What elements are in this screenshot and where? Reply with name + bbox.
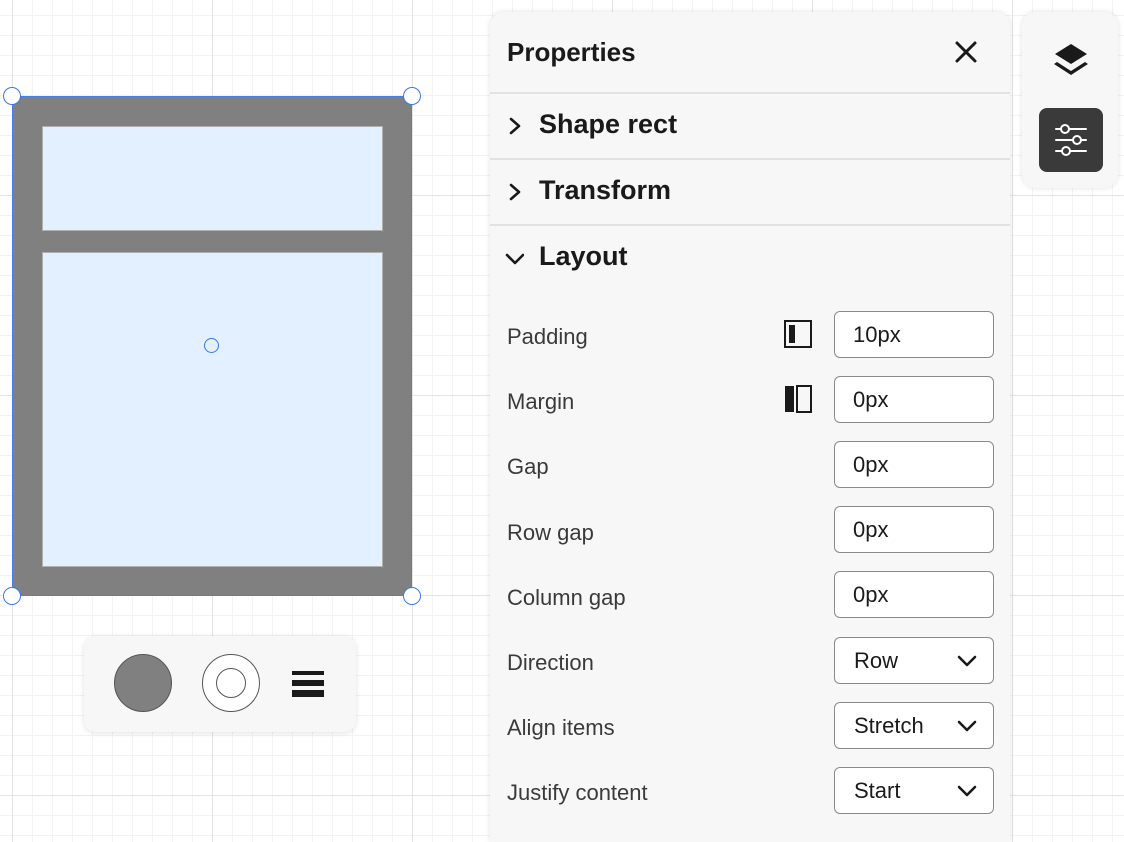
chevron-right-icon	[509, 117, 521, 135]
column-gap-input[interactable]	[834, 571, 994, 618]
fill-color-swatch[interactable]	[114, 654, 172, 712]
padding-mode-icon[interactable]	[783, 319, 813, 349]
properties-button[interactable]	[1039, 108, 1103, 172]
gap-label: Gap	[507, 454, 549, 479]
section-label: Shape rect	[539, 109, 678, 139]
properties-panel: Properties Shape rect Transform Layout P…	[490, 12, 1010, 842]
chevron-down-icon	[957, 720, 977, 732]
section-transform[interactable]: Transform	[490, 160, 1010, 224]
shape-style-toolbar	[84, 636, 356, 732]
align-items-value: Stretch	[854, 713, 924, 738]
resize-handle-top-right[interactable]	[403, 87, 421, 105]
child-rect-top[interactable]	[42, 126, 383, 231]
rotation-center-handle[interactable]	[204, 338, 219, 353]
padding-input[interactable]	[834, 311, 994, 358]
stroke-circle-icon[interactable]	[202, 654, 260, 712]
direction-select[interactable]: Row	[834, 637, 994, 684]
justify-content-label: Justify content	[507, 780, 648, 805]
resize-handle-bottom-left[interactable]	[3, 587, 21, 605]
resize-handle-bottom-right[interactable]	[403, 587, 421, 605]
panel-title: Properties	[507, 37, 636, 67]
chevron-down-icon	[957, 785, 977, 797]
chevron-right-icon	[509, 183, 521, 201]
section-label: Layout	[539, 241, 628, 271]
margin-mode-icon[interactable]	[783, 384, 813, 414]
justify-content-select[interactable]: Start	[834, 767, 994, 814]
close-icon[interactable]	[952, 38, 980, 66]
align-items-label: Align items	[507, 715, 615, 740]
side-toolbar	[1022, 12, 1118, 188]
layers-icon	[1054, 44, 1088, 75]
direction-label: Direction	[507, 650, 594, 675]
margin-label: Margin	[507, 389, 575, 414]
stroke-width-icon[interactable]	[291, 670, 325, 698]
sliders-icon	[1055, 124, 1087, 156]
layers-button[interactable]	[1039, 28, 1103, 92]
row-gap-input[interactable]	[834, 506, 994, 553]
section-layout[interactable]: Layout	[490, 226, 1010, 290]
align-items-select[interactable]: Stretch	[834, 702, 994, 749]
chevron-down-icon	[505, 253, 524, 265]
section-label: Transform	[539, 175, 672, 205]
margin-input[interactable]	[834, 376, 994, 423]
padding-label: Padding	[507, 324, 588, 349]
child-rect-bottom[interactable]	[42, 252, 383, 567]
direction-value: Row	[854, 648, 899, 673]
resize-handle-top-left[interactable]	[3, 87, 21, 105]
chevron-down-icon	[957, 655, 977, 667]
section-shape-rect[interactable]: Shape rect	[490, 94, 1010, 158]
column-gap-label: Column gap	[507, 585, 626, 610]
row-gap-label: Row gap	[507, 520, 594, 545]
gap-input[interactable]	[834, 441, 994, 488]
justify-content-value: Start	[854, 778, 901, 803]
